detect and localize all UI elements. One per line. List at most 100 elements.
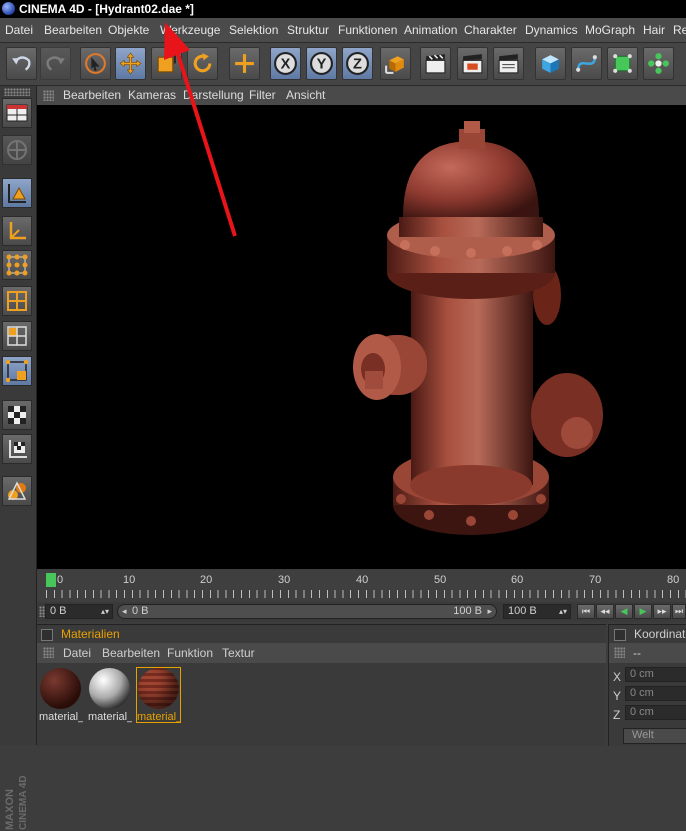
menu-datei[interactable]: Datei bbox=[5, 23, 33, 37]
previous-key-button[interactable]: ◂◂ bbox=[596, 604, 614, 619]
menu-hair[interactable]: Hair bbox=[643, 23, 665, 37]
frame-range-slider[interactable]: ◂ 0 B 100 B ▸ bbox=[117, 604, 497, 619]
next-key-button[interactable]: ▸▸ bbox=[653, 604, 671, 619]
title-bar: CINEMA 4D - [Hydrant02.dae *] bbox=[0, 0, 686, 18]
material-swatch-selected[interactable]: material_ bbox=[136, 667, 181, 723]
uvw-mode-button[interactable] bbox=[2, 356, 32, 386]
toolbar-grip[interactable] bbox=[4, 88, 30, 96]
array-button[interactable] bbox=[643, 47, 674, 80]
move-tool-button[interactable] bbox=[115, 47, 146, 80]
spline-button[interactable] bbox=[571, 47, 602, 80]
coordinate-system-button[interactable] bbox=[380, 47, 411, 80]
menu-struktur[interactable]: Struktur bbox=[287, 23, 329, 37]
redo-icon bbox=[46, 56, 65, 71]
snap-icon bbox=[7, 481, 27, 500]
menu-charakter[interactable]: Charakter bbox=[464, 23, 517, 37]
viewport-menu-bearbeiten[interactable]: Bearbeiten bbox=[63, 88, 121, 102]
viewport-menu-grip[interactable] bbox=[43, 90, 54, 101]
go-to-start-button[interactable]: ⏮ bbox=[577, 604, 595, 619]
material-menu-datei[interactable]: Datei bbox=[63, 646, 91, 660]
tick-label: 40 bbox=[356, 574, 369, 586]
coordinates-menu-grip[interactable] bbox=[614, 647, 625, 658]
model-mode-button[interactable] bbox=[2, 178, 32, 208]
coordinates-menubar: -- bbox=[609, 643, 686, 663]
end-frame-field[interactable]: 100 B ▴▾ bbox=[503, 604, 571, 619]
material-menu-textur[interactable]: Textur bbox=[222, 646, 255, 660]
y-axis-lock-button[interactable]: Y bbox=[306, 47, 337, 80]
menu-truncated[interactable]: Re bbox=[673, 23, 686, 37]
menu-dynamics[interactable]: Dynamics bbox=[525, 23, 578, 37]
main-menubar: Datei Bearbeiten Objekte Werkzeuge Selek… bbox=[0, 18, 686, 43]
redo-button[interactable] bbox=[40, 47, 71, 80]
timeline-ruler[interactable]: 0 10 20 30 40 50 60 70 80 bbox=[37, 570, 686, 602]
menu-funktionen[interactable]: Funktionen bbox=[338, 23, 397, 37]
layout-button[interactable] bbox=[2, 98, 32, 128]
material-swatch[interactable]: material_ bbox=[38, 667, 83, 723]
cube-primitive-button[interactable] bbox=[535, 47, 566, 80]
tick-label: 80 bbox=[667, 574, 680, 586]
coordinates-dash: -- bbox=[633, 646, 641, 660]
texture-mode-button[interactable] bbox=[2, 400, 32, 430]
x-axis-lock-button[interactable]: X bbox=[270, 47, 301, 80]
start-frame-field[interactable]: 0 B ▴▾ bbox=[45, 604, 113, 619]
menu-animation[interactable]: Animation bbox=[404, 23, 457, 37]
x-position-field[interactable]: 0 cm bbox=[625, 667, 686, 682]
tick-label: 10 bbox=[123, 574, 136, 586]
play-backward-button[interactable]: ◀ bbox=[615, 604, 633, 619]
viewport-menubar: Bearbeiten Kameras Darstellung Filter An… bbox=[37, 86, 686, 106]
material-swatch[interactable]: material_ bbox=[87, 667, 132, 723]
material-menu-grip[interactable] bbox=[43, 647, 54, 658]
scene-icon bbox=[7, 140, 27, 160]
menu-mograph[interactable]: MoGraph bbox=[585, 23, 635, 37]
material-menu-funktion[interactable]: Funktion bbox=[167, 646, 213, 660]
polygons-mode-button[interactable] bbox=[2, 321, 32, 351]
render-settings-button[interactable] bbox=[493, 47, 524, 80]
material-label: material_ bbox=[137, 711, 181, 723]
panel-close-checkbox[interactable] bbox=[41, 629, 53, 641]
layout-icon bbox=[6, 104, 28, 122]
texture-mode-icon bbox=[8, 406, 26, 424]
snap-button[interactable] bbox=[2, 476, 32, 506]
y-position-field[interactable]: 0 cm bbox=[625, 686, 686, 701]
range-end-value: 100 B bbox=[453, 605, 482, 617]
coordinate-mode-dropdown[interactable]: Welt bbox=[623, 728, 686, 744]
menu-objekte[interactable]: Objekte bbox=[108, 23, 149, 37]
points-mode-button[interactable] bbox=[2, 250, 32, 280]
panel-close-checkbox[interactable] bbox=[614, 629, 626, 641]
coordinate-system-icon bbox=[385, 56, 404, 74]
scene-button[interactable] bbox=[2, 135, 32, 165]
undo-icon bbox=[12, 56, 31, 71]
z-position-field[interactable]: 0 cm bbox=[625, 705, 686, 720]
model-mode-icon bbox=[8, 184, 26, 203]
render-view-button[interactable] bbox=[420, 47, 451, 80]
tick-label: 50 bbox=[434, 574, 447, 586]
tick-label: 30 bbox=[278, 574, 291, 586]
polygons-mode-icon bbox=[7, 326, 27, 346]
object-axis-button[interactable] bbox=[2, 216, 32, 246]
coordinates-title: Koordinaten bbox=[634, 627, 686, 641]
undo-button[interactable] bbox=[6, 47, 37, 80]
material-manager: Materialien Datei Bearbeiten Funktion Te… bbox=[37, 624, 606, 746]
play-backward-icon: ◀ bbox=[620, 606, 628, 616]
y-axis-label: Y bbox=[613, 689, 622, 703]
main-toolbar: X Y Z bbox=[0, 43, 686, 86]
material-menu-bearbeiten[interactable]: Bearbeiten bbox=[102, 646, 160, 660]
z-position-value: 0 cm bbox=[630, 706, 654, 718]
menu-bearbeiten[interactable]: Bearbeiten bbox=[44, 23, 102, 37]
nurbs-button[interactable] bbox=[607, 47, 638, 80]
render-picture-viewer-button[interactable] bbox=[457, 47, 488, 80]
viewport-menu-filter[interactable]: Filter bbox=[249, 88, 276, 102]
live-selection-button[interactable] bbox=[80, 47, 111, 80]
go-to-start-icon: ⏮ bbox=[581, 606, 591, 616]
edges-mode-button[interactable] bbox=[2, 286, 32, 316]
material-manager-title: Materialien bbox=[61, 627, 120, 641]
play-forward-button[interactable]: ▶ bbox=[634, 604, 652, 619]
go-to-end-button[interactable]: ⏭ bbox=[672, 604, 686, 619]
workplane-button[interactable] bbox=[2, 434, 32, 464]
viewport-menu-ansicht[interactable]: Ansicht bbox=[286, 88, 325, 102]
render-picture-viewer-icon bbox=[462, 54, 483, 74]
z-axis-lock-button[interactable]: Z bbox=[342, 47, 373, 80]
3d-viewport[interactable] bbox=[37, 105, 686, 569]
annotation-arrow bbox=[164, 22, 237, 237]
current-frame-marker[interactable] bbox=[46, 573, 56, 587]
